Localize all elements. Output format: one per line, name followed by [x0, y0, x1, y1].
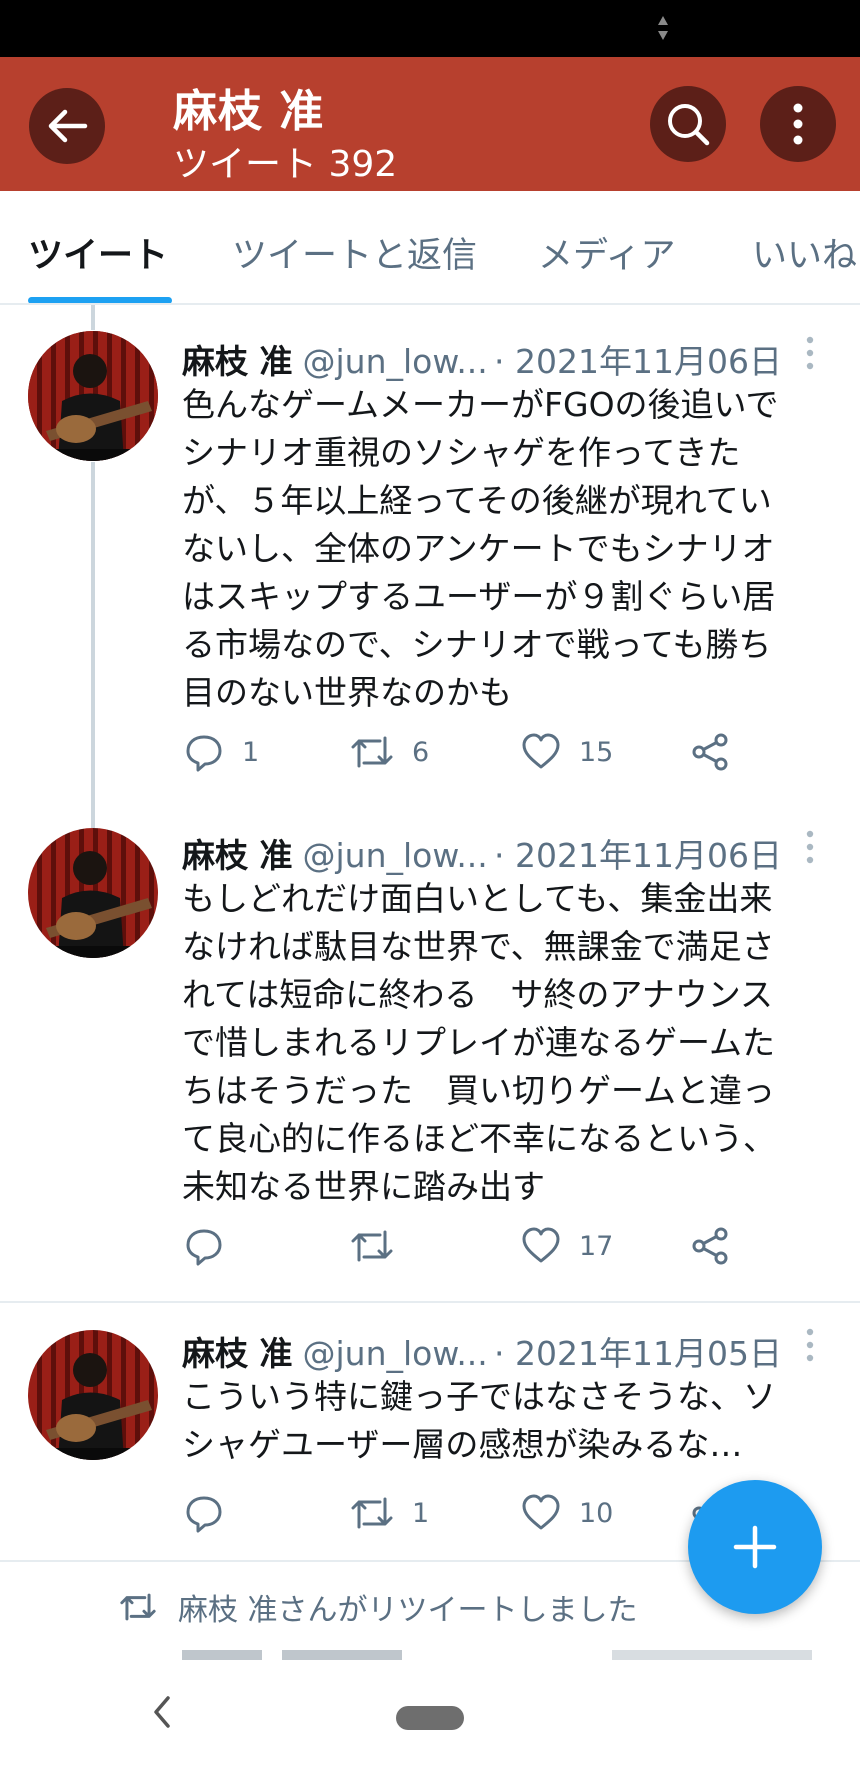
retweet-count: 6 [412, 736, 430, 768]
tweet-author-name[interactable]: 麻枝 准 [182, 836, 293, 875]
tweet-text-line: が、５年以上経ってその後継が現れてい [182, 481, 772, 520]
partial-tweet-preview [182, 1650, 812, 1660]
tweet-text-line: 目のない世界なのかも [182, 673, 512, 712]
tweet-text-line: ちはそうだった 買い切りゲームと違っ [182, 1071, 776, 1110]
search-button[interactable] [650, 86, 726, 162]
reply-icon [186, 1229, 222, 1266]
tweet-text-line: こういう特に鍵っ子ではなさそうな、ソ [182, 1377, 776, 1416]
search-icon [668, 104, 710, 146]
tweet-date: · 2021年11月06日 [494, 342, 782, 381]
retweet-icon [120, 1593, 156, 1621]
avatar[interactable] [28, 1330, 158, 1460]
more-vertical-icon [793, 103, 803, 145]
tweet-text-line: る市場なので、シナリオで戦っても勝ち [182, 625, 772, 664]
status-bar [0, 0, 860, 57]
tweet-count: ツイート 392 [173, 144, 398, 185]
tweet-text-line: で惜しまれるリプレイが連なるゲームた [182, 1023, 776, 1062]
share-button[interactable] [690, 732, 730, 772]
like-count: 15 [579, 736, 614, 768]
arrow-left-icon [48, 109, 88, 143]
retweet-notice-text: 麻枝 准さんがリツイートしました [178, 1593, 638, 1628]
like-button[interactable]: 17 [521, 1226, 613, 1266]
tweet-item[interactable]: 麻枝 准 @jun_low... · 2021年11月06日 色んなゲームメーカー… [0, 305, 860, 790]
tweet-item[interactable]: 麻枝 准 @jun_low... · 2021年11月06日 もしどれだけ面白いと… [0, 803, 860, 1300]
tweet-menu-icon[interactable] [806, 1327, 814, 1363]
tweet-text-line: シャゲユーザー層の感想が染みるな… [182, 1425, 743, 1464]
share-icon [692, 1227, 728, 1265]
share-icon [692, 733, 728, 771]
tweet-date: · 2021年11月05日 [494, 1334, 782, 1373]
tab-media[interactable]: メディア [538, 227, 676, 278]
tweet-text-line: シナリオ重視のソシャゲを作ってきた [182, 433, 741, 472]
tweet-text: 色んなゲームメーカーがFGOの後追いで シナリオ重視のソシャゲを作ってきた が、… [182, 381, 832, 717]
like-button[interactable]: 15 [521, 732, 613, 772]
retweet-button[interactable] [350, 1226, 394, 1266]
like-button[interactable]: 10 [521, 1493, 613, 1533]
avatar[interactable] [28, 828, 158, 958]
tweet-author-name[interactable]: 麻枝 准 [182, 1334, 293, 1373]
plus-icon [733, 1525, 777, 1569]
reply-button[interactable] [184, 1226, 224, 1266]
retweet-button[interactable]: 6 [350, 732, 429, 772]
tweet-text-line: て良心的に作るほど不幸になるという、 [182, 1119, 776, 1158]
compose-tweet-button[interactable] [688, 1480, 822, 1614]
heart-icon [522, 733, 560, 769]
reply-icon [186, 1496, 222, 1533]
share-button[interactable] [690, 1226, 730, 1266]
chevron-left-icon[interactable] [150, 1692, 174, 1732]
tweet-text-line: れては短命に終わる サ終のアナウンス [182, 975, 774, 1014]
tab-tweets[interactable]: ツイート [28, 227, 168, 278]
reply-icon [186, 735, 222, 772]
tweet-date: · 2021年11月06日 [494, 836, 782, 875]
tweet-text-line: なければ駄目な世界で、無課金で満足さ [182, 927, 775, 966]
profile-tabs: ツイート ツイートと返信 メディア いいね [0, 191, 860, 305]
profile-name-title: 麻枝 准 [173, 86, 325, 137]
avatar[interactable] [28, 331, 158, 461]
tweet-author-handle: @jun_low... [302, 342, 488, 381]
tab-likes[interactable]: いいね [752, 227, 857, 278]
active-tab-indicator [28, 297, 172, 303]
heart-icon [522, 1227, 560, 1263]
heart-icon [522, 1494, 560, 1530]
tweet-menu-icon[interactable] [806, 829, 814, 865]
retweet-icon [351, 1497, 393, 1529]
retweet-icon [351, 736, 393, 768]
reply-button[interactable]: 1 [184, 732, 259, 772]
system-navigation-bar [0, 1662, 860, 1768]
signal-icon [658, 16, 668, 40]
tweet-menu-icon[interactable] [806, 335, 814, 371]
tweet-text-line: ないし、全体のアンケートでもシナリオ [182, 529, 775, 568]
retweet-count: 1 [412, 1497, 430, 1529]
retweet-button[interactable]: 1 [350, 1493, 429, 1533]
tab-tweets-and-replies[interactable]: ツイートと返信 [232, 227, 477, 278]
tweet-text-line: もしどれだけ面白いとしても、集金出来 [182, 879, 773, 918]
retweet-notice[interactable]: 麻枝 准さんがリツイートしました [118, 1585, 638, 1629]
tweet-author-handle: @jun_low... [302, 1334, 488, 1373]
tweet-text: こういう特に鍵っ子ではなさそうな、ソ シャゲユーザー層の感想が染みるな… [182, 1373, 832, 1469]
back-button[interactable] [29, 88, 105, 164]
tweet-text-line: 色んなゲームメーカーがFGOの後追いで [182, 385, 779, 424]
tweet-author-handle: @jun_low... [302, 836, 488, 875]
more-options-button[interactable] [760, 86, 836, 162]
app-bar: 麻枝 准 ツイート 392 [0, 57, 860, 191]
retweet-icon [351, 1230, 393, 1262]
tweet-text-line: 未知なる世界に踏み出す [182, 1167, 545, 1206]
home-pill-icon[interactable] [396, 1706, 464, 1730]
reply-button[interactable] [184, 1493, 224, 1533]
like-count: 17 [579, 1230, 614, 1262]
like-count: 10 [579, 1497, 614, 1529]
reply-count: 1 [242, 736, 260, 768]
tweet-text-line: はスキップするユーザーが９割ぐらい居 [182, 577, 776, 616]
tweet-author-name[interactable]: 麻枝 准 [182, 342, 293, 381]
tweet-text: もしどれだけ面白いとしても、集金出来 なければ駄目な世界で、無課金で満足さ れて… [182, 875, 832, 1211]
